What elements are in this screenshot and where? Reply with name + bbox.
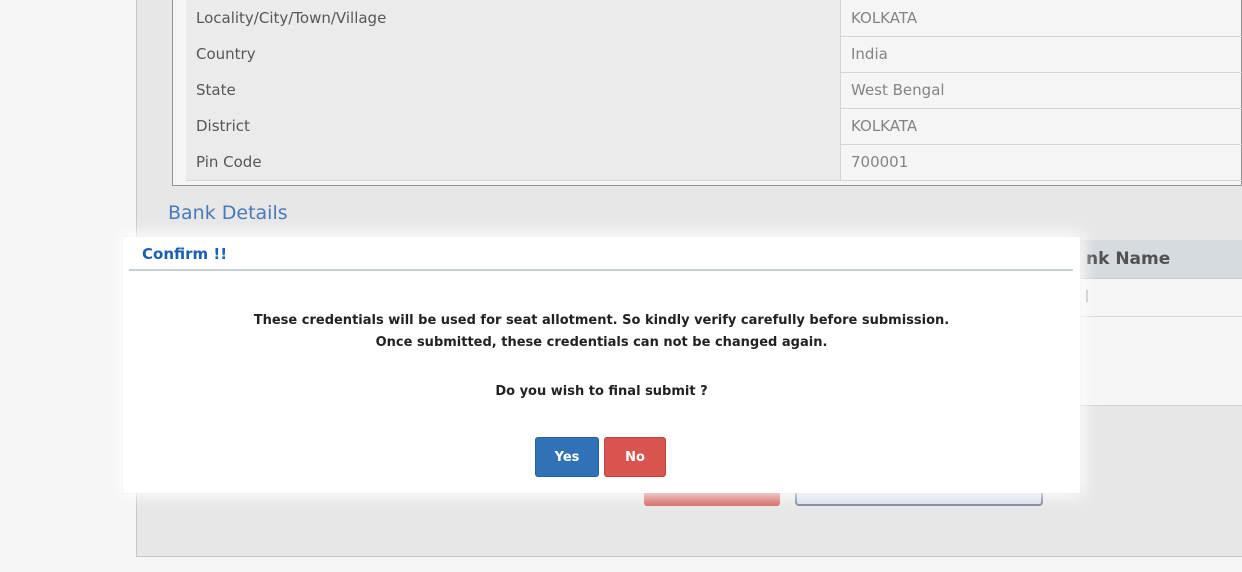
dialog-message-line1: These credentials will be used for seat … bbox=[253, 313, 950, 328]
dialog-divider bbox=[129, 269, 1073, 271]
dialog-message-line2: Once submitted, these credentials can no… bbox=[375, 335, 828, 350]
confirm-dialog: Confirm !! These credentials will be use… bbox=[123, 237, 1080, 493]
dialog-question: Do you wish to final submit ? bbox=[495, 384, 708, 399]
no-button[interactable]: No bbox=[604, 437, 666, 477]
dialog-title: Confirm !! bbox=[142, 245, 228, 263]
yes-button[interactable]: Yes bbox=[535, 437, 599, 477]
